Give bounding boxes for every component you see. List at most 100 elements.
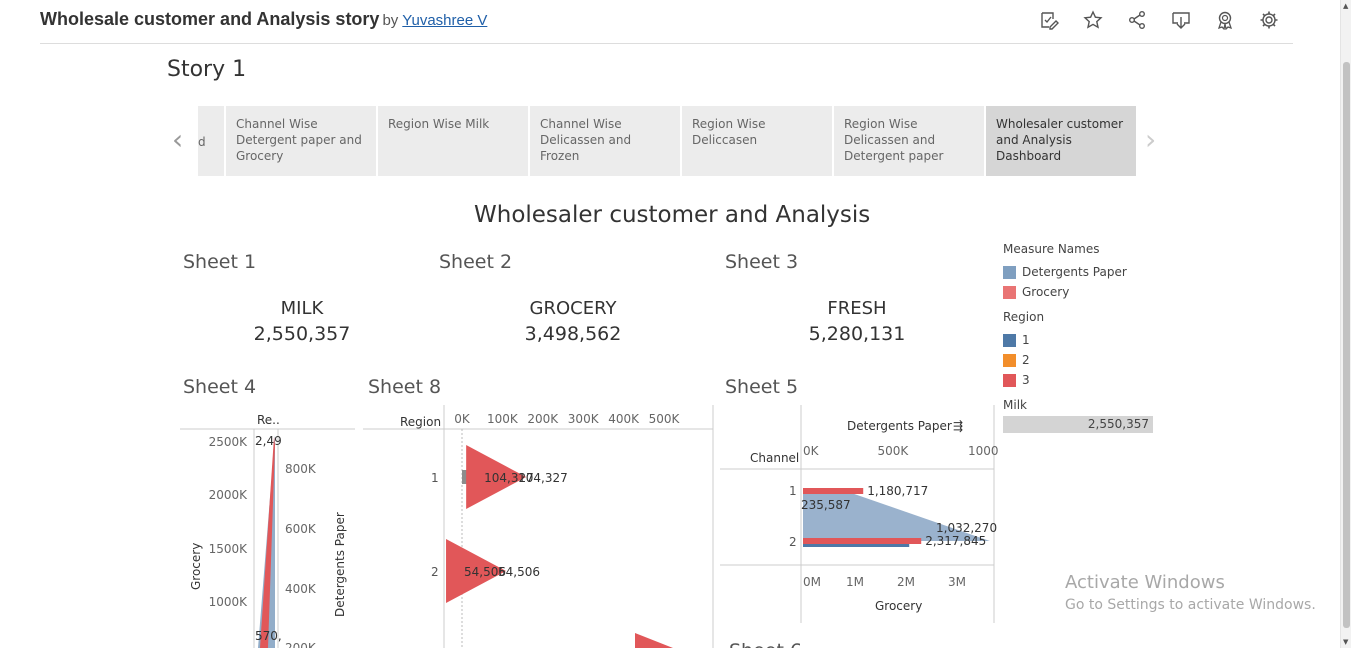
data-label: 1,180,717 [867, 484, 928, 498]
x-tick-label: 0K [454, 412, 471, 426]
kpi-milk: MILK 2,550,357 [192, 298, 412, 345]
workbook-title: Wholesale customer and Analysis story by Y… [40, 9, 487, 30]
sheet-8-chart[interactable]: Region 0K 100K 200K 300K 400K 500K 1 2 104,32… [363, 405, 715, 648]
row-header: Channel [750, 451, 799, 465]
sheet-4-chart[interactable]: Re.. 2500K 2000K 1500K 1000K 800K 600K 400K 20… [175, 405, 360, 648]
grocery-bar[interactable] [803, 488, 864, 494]
legend-item[interactable]: Detergents Paper [1003, 262, 1153, 282]
grocery-bar[interactable] [803, 538, 922, 544]
gear-icon[interactable] [1259, 10, 1279, 30]
scatter-point-region-3[interactable] [635, 633, 673, 648]
scrollbar-thumb[interactable] [1343, 62, 1350, 628]
legend-swatch [1003, 285, 1016, 299]
detergents-bar[interactable] [803, 544, 910, 547]
by-label: by [382, 12, 399, 29]
kpi-value: 5,280,131 [808, 323, 906, 345]
data-label: 235,587 [801, 498, 851, 512]
sheet-4-title: Sheet 4 [183, 376, 257, 398]
y-axis-title: Grocery [189, 543, 203, 590]
toolbar [1039, 10, 1279, 30]
legend-item[interactable]: 1 [1003, 330, 1153, 350]
y2-axis-title: Detergents Paper [333, 512, 347, 617]
milk-legend-title: Milk [1003, 398, 1027, 412]
row-label: 1 [789, 484, 797, 498]
x-tick-label: 400K [608, 412, 640, 426]
edit-icon[interactable] [1039, 10, 1059, 30]
download-icon[interactable] [1171, 10, 1191, 30]
story-point[interactable]: Channel Wise Delicassen and Frozen [530, 106, 680, 176]
data-label: 104,327 [518, 471, 568, 485]
kpi-label: GROCERY [529, 298, 617, 319]
kpi-fresh: FRESH 5,280,131 [747, 298, 967, 345]
story-name: Wholesale customer and Analysis story [40, 9, 380, 29]
activate-windows-watermark: Activate Windows Go to Settings to activ… [1065, 572, 1316, 613]
legend-item[interactable]: Grocery [1003, 282, 1153, 302]
author-link[interactable]: Yuvashree V [402, 12, 487, 29]
kpi-grocery: GROCERY 3,498,562 [463, 298, 683, 345]
top-tick-label: 1000K [968, 444, 998, 458]
bottom-tick-label: 2M [897, 575, 915, 589]
row-header: Region [400, 415, 441, 429]
data-label: 54,506 [498, 565, 540, 579]
legend-label: Detergents Paper [1022, 265, 1127, 279]
share-icon[interactable] [1127, 10, 1147, 30]
sheet-8-title: Sheet 8 [368, 376, 442, 398]
milk-range-bar[interactable]: 2,550,357 [1003, 416, 1153, 433]
top-tick-label: 500K [878, 444, 910, 458]
legend-label: 2 [1022, 353, 1030, 367]
previous-point-icon[interactable]: ‹ [172, 122, 183, 158]
story-point[interactable]: Region Wise Deliccasen [682, 106, 832, 176]
top-axis-title: Detergents Paper [847, 419, 952, 433]
story-point[interactable]: Channel Wise Detergent paper and Grocery [226, 106, 376, 176]
data-label: 1,032,270 [936, 521, 997, 535]
y2-tick-label: 200K [285, 641, 317, 648]
dashboard-title: Wholesaler customer and Analysis [474, 202, 871, 228]
legend-label: 1 [1022, 333, 1030, 347]
row-label: 2 [789, 535, 797, 549]
story-points: d Channel Wise Detergent paper and Groce… [198, 106, 1136, 176]
story-point-label: d [198, 135, 206, 149]
top-bar: Wholesale customer and Analysis story by Y… [40, 0, 1293, 44]
kpi-value: 2,550,357 [253, 323, 351, 345]
sort-icon[interactable]: ⇶ [953, 419, 963, 433]
row-label: 1 [431, 471, 439, 485]
story-point[interactable]: Region Wise Milk [378, 106, 528, 176]
sheet-3-title: Sheet 3 [725, 251, 799, 273]
region-header: Re.. [257, 413, 280, 427]
scroll-down-icon[interactable]: ▼ [1343, 638, 1348, 646]
vertical-scrollbar[interactable]: ▲ ▼ [1340, 0, 1351, 648]
watermark-title: Activate Windows [1065, 572, 1225, 593]
x-tick-label: 300K [568, 412, 600, 426]
region-legend-title: Region [1003, 310, 1045, 324]
bottom-tick-label: 3M [948, 575, 966, 589]
legend-label: Grocery [1022, 285, 1070, 299]
sheet-5-chart[interactable]: Detergents Paper ⇶ Channel 0K 500K 1000K 0… [720, 405, 998, 625]
legend-swatch [1003, 353, 1016, 367]
story-point-active[interactable]: Wholesaler customer and Analysis Dashboa… [986, 106, 1136, 176]
story-point[interactable]: d [198, 106, 224, 176]
legend-swatch [1003, 265, 1016, 279]
sheet-1-title: Sheet 1 [183, 251, 257, 273]
story-point[interactable]: Region Wise Delicassen and Detergent pap… [834, 106, 984, 176]
kpi-label: FRESH [827, 298, 887, 319]
legend-item[interactable]: 2 [1003, 350, 1153, 370]
kpi-label: MILK [280, 298, 324, 319]
award-icon[interactable] [1215, 10, 1235, 30]
top-tick-label: 0K [803, 444, 820, 458]
legend-swatch [1003, 373, 1016, 387]
legend-item[interactable]: 3 [1003, 370, 1153, 390]
sheet-2-title: Sheet 2 [439, 251, 513, 273]
sheet-5-title: Sheet 5 [725, 376, 799, 398]
star-icon[interactable] [1083, 10, 1103, 30]
legend-label: 3 [1022, 373, 1030, 387]
bottom-axis-title: Grocery [875, 599, 922, 613]
kpi-value: 3,498,562 [524, 323, 622, 345]
x-tick-label: 100K [487, 412, 519, 426]
story-title: Story 1 [167, 57, 247, 82]
y2-tick-label: 600K [285, 522, 317, 536]
data-label: 2,317,845 [925, 534, 986, 548]
next-point-icon[interactable]: › [1145, 122, 1156, 158]
scroll-up-icon[interactable]: ▲ [1343, 2, 1348, 10]
row-label: 2 [431, 565, 439, 579]
y2-tick-label: 400K [285, 582, 317, 596]
